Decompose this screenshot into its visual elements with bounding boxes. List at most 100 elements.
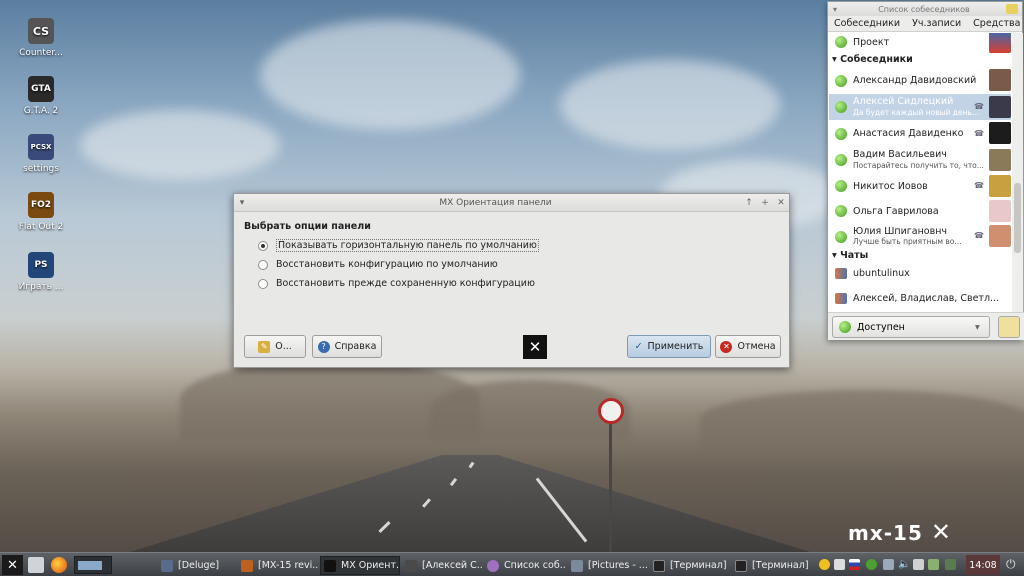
keyboard-layout-ru-icon[interactable] [849,559,860,570]
start-menu-button[interactable]: ✕ [2,555,23,575]
pidgin-tray-icon[interactable] [866,559,877,570]
contact-row[interactable]: Анастасия Давиденко ☎ [829,121,1011,146]
terminal-icon [653,559,665,572]
task-label: [Pictures - ... [588,560,648,571]
apply-label: Применить [647,341,704,352]
task-terminal-1[interactable]: [Терминал] [650,556,730,575]
contact-row[interactable]: Проект [829,33,1011,53]
workspace-current[interactable] [78,561,102,570]
presence-label: Доступен [857,321,905,333]
contact-name: Проект [853,36,890,48]
mx-brand-logo: mx-15 ✕ [848,518,952,546]
menu-accounts[interactable]: Уч.записи [906,18,967,29]
radio-button[interactable] [258,278,268,289]
desktop-icon-flatout2[interactable]: FO2 Flat Out 2 [6,192,76,232]
task-contact-list[interactable]: Список соб... [484,556,566,575]
chevron-down-icon[interactable]: ▾ [234,198,250,208]
radio-button[interactable] [258,259,268,270]
contact-name: Анастасия Давиденко [853,128,964,139]
task-aleksey[interactable]: [Алексей С... [402,556,482,575]
apply-button[interactable]: ✓ Применить [627,335,711,358]
avatar [989,69,1011,91]
contact-row[interactable]: Юлия Шпигановнч Лучше быть приятным во...… [829,224,1011,249]
network-icon[interactable] [913,559,924,570]
wallpaper-hill [700,390,1024,450]
contact-list-scrollbar[interactable] [1012,33,1023,312]
chat-row[interactable]: Алексей, Владислав, Светл... [829,289,1011,307]
radio-button[interactable] [258,240,268,251]
group-header-chats[interactable]: ▾ Чаты [829,250,1011,261]
power-icon[interactable]: ⏻ [1006,557,1016,572]
task-mx-orientation[interactable]: MX Ориент... [320,556,400,575]
chat-row[interactable]: ubuntulinux [829,264,1011,282]
contact-row[interactable]: Ольга Гаврилова [829,199,1011,223]
desktop-icon-counter-strike[interactable]: CS Counter... [6,18,76,58]
group-label: Собеседники [840,54,913,65]
mx-logo-icon: ✕ [523,335,547,359]
contact-status: Лучше быть приятным во... [853,237,962,247]
contact-list-menubar: Собеседники Уч.записи Средства [828,16,1022,32]
notes-tray-icon[interactable] [819,559,830,570]
contact-list-body: Проект ▾ Собеседники Александр Давидовск… [828,33,1012,312]
presence-selector[interactable]: Доступен ▾ [832,316,990,338]
contact-name: Ольга Гаврилова [853,205,939,217]
contact-status: Постарайтесь получить то, что... [853,160,984,170]
pidgin-icon [487,559,499,572]
notification-icon[interactable] [1006,4,1018,14]
buddy-icon[interactable] [998,316,1020,338]
online-status-icon [835,101,847,113]
workspace-pager[interactable] [74,556,112,574]
task-deluge[interactable]: [Deluge] [158,556,236,575]
close-icon[interactable]: ✕ [773,198,789,208]
arrow-up-icon[interactable]: ↑ [741,198,757,208]
show-desktop-icon[interactable] [28,557,44,573]
desktop-icon-label: Counter... [19,48,63,58]
scrollbar-thumb[interactable] [1014,183,1021,253]
folder-icon [571,559,583,572]
contact-name: Вадим Васильевич [853,149,947,161]
cancel-icon: ✕ [720,340,733,353]
option-restore-default[interactable]: Восстановить конфигурацию по умолчанию [258,255,539,274]
plus-icon[interactable]: + [757,198,773,208]
contact-row[interactable]: Вадим Васильевич Постарайтесь получить то… [829,147,1011,173]
desktop-icon-play[interactable]: PS Играть ... [6,252,76,292]
gta-icon: GTA [28,76,54,102]
firefox-icon[interactable] [51,557,67,573]
clipboard-tray-icon[interactable] [834,559,845,570]
brand-text: mx-15 [848,521,923,545]
online-status-icon [839,321,851,333]
contact-row[interactable]: Никитос Иовов ☎ [829,174,1011,198]
task-mx-review[interactable]: [MX-15 revi... [238,556,318,575]
option-restore-saved[interactable]: Восстановить прежде сохраненную конфигур… [258,274,539,293]
dialog-titlebar[interactable]: ▾ MX Ориентация панели ↑ + ✕ [234,194,789,212]
menu-tools[interactable]: Средства [967,18,1024,29]
volume-icon[interactable]: 🔈 [898,559,910,570]
contact-row[interactable]: Александр Давидовский [829,68,1011,93]
about-button[interactable]: ✎ О... [244,335,306,358]
menu-contacts[interactable]: Собеседники [828,18,906,29]
cancel-button[interactable]: ✕ Отмена [715,335,781,358]
desktop-icon-gta2[interactable]: GTA G.T.A. 2 [6,76,76,116]
chat-name: ubuntulinux [853,267,910,279]
desktop-icon-settings[interactable]: PCSX settings [6,134,76,174]
clock[interactable]: 14:08 [966,555,1000,575]
online-status-icon [835,180,847,192]
battery-icon[interactable] [928,559,939,570]
wallpaper-road-sign [598,398,624,424]
online-status-icon [835,154,847,166]
chevron-down-icon[interactable]: ▾ [828,5,842,14]
help-button[interactable]: ? Справка [312,335,382,358]
contact-name: Алексей Сидлецкий [853,96,954,108]
task-pictures[interactable]: [Pictures - ... [568,556,648,575]
option-horizontal-default[interactable]: Показывать горизонтальную панель по умол… [258,236,539,255]
status-bar: Доступен ▾ [828,312,1024,340]
chevron-down-icon: ▾ [975,321,980,333]
contact-list-titlebar[interactable]: ▾ Список собеседников [828,2,1022,16]
power-manager-icon[interactable] [945,559,956,570]
group-header-contacts[interactable]: ▾ Собеседники [829,54,1011,65]
contact-row-selected[interactable]: Алексей Сидлецкий Да будет каждый новый д… [829,94,1011,120]
update-tray-icon[interactable] [883,559,894,570]
task-label: [MX-15 revi... [258,560,318,571]
task-terminal-2[interactable]: [Терминал] [732,556,812,575]
desktop-icon-label: settings [23,164,59,174]
